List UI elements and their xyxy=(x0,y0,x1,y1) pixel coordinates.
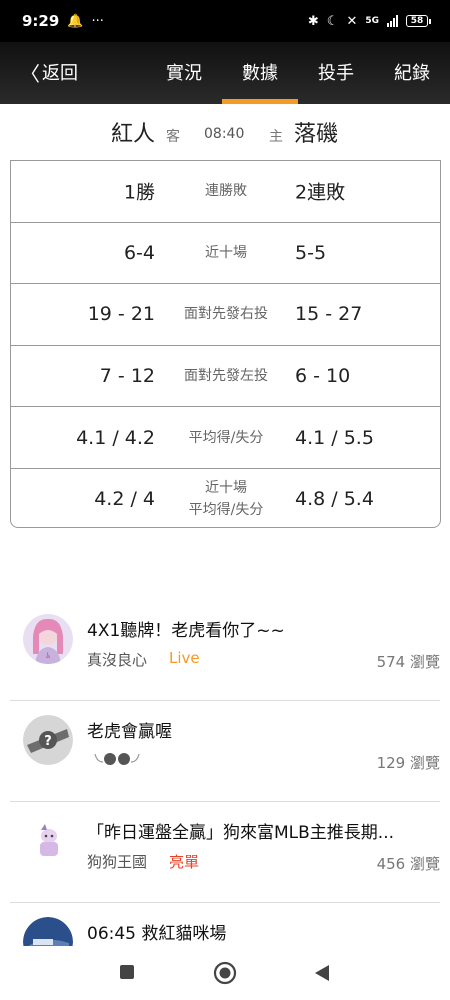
stat-row-vs-lhp: 7 - 12 面對先發左投 6 - 10 xyxy=(11,344,440,407)
stat-label: 平均得/失分 xyxy=(188,429,264,446)
away-stat-value: 19 - 21 xyxy=(87,303,155,326)
system-nav-bar xyxy=(0,946,450,1000)
network-type-icon: 5G xyxy=(365,15,379,26)
back-button[interactable]: 〈 返回 xyxy=(20,58,78,86)
matchup-header: 紅人 客 08:40 主 落磯 xyxy=(0,104,450,160)
home-stat-value: 4.1 / 5.5 xyxy=(295,426,374,449)
away-stat-value: 1勝 xyxy=(123,181,155,204)
away-stat-value: 4.2 / 4 xyxy=(94,488,155,511)
list-item[interactable]: ? 老虎會贏喔 129 瀏覽 xyxy=(10,701,440,802)
stat-label: 近十場 平均得/失分 xyxy=(165,477,287,521)
match-time: 08:40 xyxy=(204,126,245,142)
home-stat-value: 2連敗 xyxy=(295,181,346,204)
author-emoticon xyxy=(87,748,147,772)
post-title: 老虎會贏喔 xyxy=(87,722,172,742)
chevron-left-icon: 〈 xyxy=(20,61,40,86)
home-stat-value: 5-5 xyxy=(295,241,327,264)
post-views: 456 瀏覽 xyxy=(376,855,440,873)
avatar xyxy=(23,917,73,949)
home-tag: 主 xyxy=(269,129,283,145)
post-badge: 亮單 xyxy=(169,853,200,871)
more-notifications-icon: ··· xyxy=(91,13,104,29)
away-stat-value: 4.1 / 4.2 xyxy=(76,426,155,449)
away-team-name: 紅人 xyxy=(110,122,155,147)
notification-bell-icon: 🔔 xyxy=(67,13,84,29)
tab-pitchers[interactable]: 投手 xyxy=(318,59,354,85)
status-time: 9:29 xyxy=(22,12,60,30)
svg-text:?: ? xyxy=(44,734,52,749)
square-icon xyxy=(120,965,134,979)
away-stat-value: 7 - 12 xyxy=(99,365,155,388)
stat-row-last-ten-avg-runs: 4.2 / 4 近十場 平均得/失分 4.8 / 5.4 xyxy=(11,467,440,530)
avatar: ? xyxy=(23,715,73,765)
svg-text:ﾑ: ﾑ xyxy=(46,651,50,660)
status-bar: 9:29 🔔 ··· ✱ ☾ ✕ 5G 58 xyxy=(0,0,450,42)
live-badge: Live xyxy=(169,649,200,667)
circle-icon xyxy=(213,961,237,985)
stats-comparison-table: 1勝 連勝敗 2連敗 6-4 近十場 5-5 19 - 21 面對先發右投 15… xyxy=(10,160,441,528)
battery-icon: 58 xyxy=(406,15,431,27)
avatar xyxy=(23,816,73,866)
stat-row-last-ten: 6-4 近十場 5-5 xyxy=(11,221,440,284)
list-item[interactable]: ﾑ 4X1聽牌！老虎看你了~~ 真沒良心 Live 574 瀏覽 xyxy=(10,600,440,701)
bluetooth-icon: ✱ xyxy=(307,13,319,29)
away-tag: 客 xyxy=(166,129,180,145)
signal-icon xyxy=(387,15,398,27)
post-views: 129 瀏覽 xyxy=(376,754,440,772)
post-views: 574 瀏覽 xyxy=(376,653,440,671)
home-team-name: 落磯 xyxy=(294,122,339,147)
back-system-button[interactable] xyxy=(313,963,331,987)
stat-label: 面對先發左投 xyxy=(184,368,268,385)
recent-apps-button[interactable] xyxy=(119,964,135,984)
stat-row-streak: 1勝 連勝敗 2連敗 xyxy=(11,160,440,222)
post-title: 06:45 救紅貓咪場 xyxy=(87,924,227,944)
post-author: 真沒良心 xyxy=(87,651,148,669)
top-nav-bar: 〈 返回 實況 數據 投手 紀錄 xyxy=(0,42,450,104)
post-list: ﾑ 4X1聽牌！老虎看你了~~ 真沒良心 Live 574 瀏覽 ? 老虎會贏喔 xyxy=(0,600,450,949)
stat-label-line1: 近十場 xyxy=(205,480,247,497)
do-not-disturb-icon: ☾ xyxy=(326,13,339,29)
stat-label: 面對先發右投 xyxy=(184,306,268,323)
post-title: 4X1聽牌！老虎看你了~~ xyxy=(87,621,285,641)
away-stat-value: 6-4 xyxy=(123,241,155,264)
post-title: 「昨日運盤全贏」狗來富MLB主推長期... xyxy=(87,823,395,843)
post-author: 狗狗王國 xyxy=(87,853,148,871)
stat-row-vs-rhp: 19 - 21 面對先發右投 15 - 27 xyxy=(11,283,440,345)
stat-label: 連勝敗 xyxy=(205,183,247,200)
stat-label: 近十場 xyxy=(205,244,247,261)
avatar: ﾑ xyxy=(23,614,73,664)
list-item[interactable]: 「昨日運盤全贏」狗來富MLB主推長期... 狗狗王國 亮單 456 瀏覽 xyxy=(10,802,440,903)
tab-live[interactable]: 實況 xyxy=(166,59,202,85)
back-label: 返回 xyxy=(42,63,78,84)
tab-stats[interactable]: 數據 xyxy=(242,59,278,85)
home-stat-value: 4.8 / 5.4 xyxy=(295,488,374,511)
tab-records[interactable]: 紀錄 xyxy=(394,59,430,85)
stat-label-line2: 平均得/失分 xyxy=(188,502,264,519)
home-button[interactable] xyxy=(213,961,237,989)
stat-row-avg-runs: 4.1 / 4.2 平均得/失分 4.1 / 5.5 xyxy=(11,406,440,468)
home-stat-value: 6 - 10 xyxy=(295,365,351,388)
list-item[interactable]: 06:45 救紅貓咪場 xyxy=(10,903,440,949)
home-stat-value: 15 - 27 xyxy=(295,303,363,326)
mute-icon: ✕ xyxy=(346,13,358,29)
triangle-back-icon xyxy=(315,965,329,981)
